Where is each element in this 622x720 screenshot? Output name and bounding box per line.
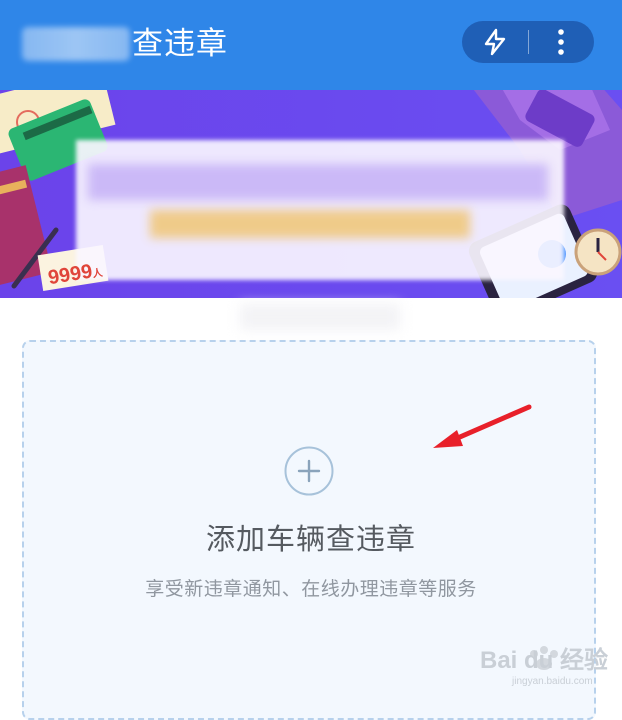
faint-watermark xyxy=(240,304,400,330)
app-header: 查违章 xyxy=(0,0,622,90)
page-title: 查违章 xyxy=(132,26,228,62)
blurred-title-prefix xyxy=(22,27,130,61)
promo-banner[interactable]: 9999人 xyxy=(0,90,622,298)
more-options-button[interactable] xyxy=(529,21,593,63)
blurred-banner-button xyxy=(150,210,470,238)
more-vertical-icon xyxy=(558,29,564,55)
header-action-capsule xyxy=(462,21,594,63)
quick-action-button[interactable] xyxy=(462,21,528,63)
add-vehicle-title[interactable]: 添加车辆查违章 xyxy=(0,516,622,558)
page-title-group: 查违章 xyxy=(22,22,228,66)
add-vehicle-subtitle: 享受新违章通知、在线办理违章等服务 xyxy=(145,578,477,600)
plus-circle-icon[interactable] xyxy=(284,446,334,496)
red-arrow-annotation xyxy=(433,404,532,448)
baidu-watermark-url: jingyan.baidu.com xyxy=(512,676,593,687)
lightning-icon xyxy=(484,28,506,56)
baidu-watermark-text: Bai du 经验 xyxy=(480,647,609,674)
blurred-banner-headline xyxy=(88,164,548,200)
banner-price-unit: 人 xyxy=(91,267,104,281)
